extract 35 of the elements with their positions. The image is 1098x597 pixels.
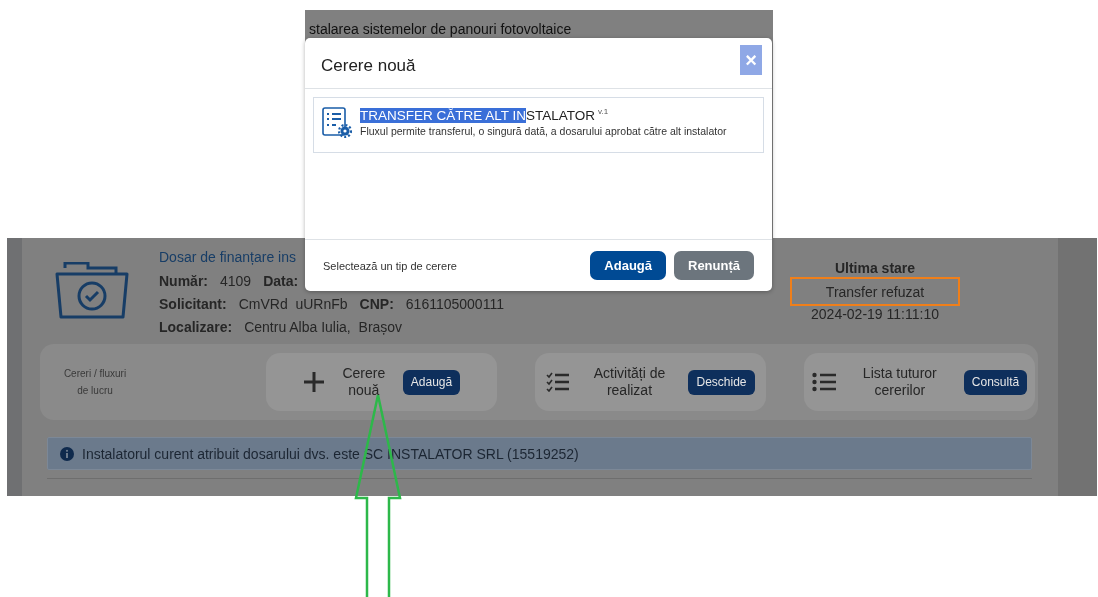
request-type-option[interactable]: TRANSFER CĂTRE ALT INSTALATOR $^{v.1}$ Fluxul permite transferul, o singură dată, a dosarului aprobat către alt instalator [313, 97, 764, 153]
info-icon [60, 446, 74, 461]
field-label: CNP: [359, 295, 394, 312]
action-label: Activități de realizat [592, 365, 667, 399]
add-button[interactable]: Adaugă [590, 251, 666, 280]
plus-icon [302, 371, 325, 393]
footer-hint: Selectează un tip de cerere [323, 259, 458, 272]
action-label: Cerere nouă [341, 365, 387, 399]
field-value: 4109 [220, 272, 252, 289]
request-type-description: Fluxul permite transferul, o singură dată, a dosarului aprobat către alt instalator [360, 124, 727, 137]
page-heading: stalarea sistemelor de panouri fotovoltaice [309, 21, 572, 37]
action-button[interactable]: Deschide [688, 369, 755, 395]
status-timestamp: 2024-02-19 11:11:10 [811, 306, 939, 322]
field-value: CmVRd uURnFb [238, 295, 348, 312]
checklist-icon [546, 372, 571, 392]
field-label: Localizare: [159, 318, 233, 335]
dossier-title: Dosar de finanțare ins [159, 249, 296, 267]
field-value: 6161105000111 [405, 295, 504, 312]
cancel-button[interactable]: Renunță [674, 251, 754, 280]
action-label: Lista tuturor cererilor [861, 365, 938, 399]
action-button[interactable]: Adaugă [402, 369, 461, 395]
version-label: v.1 [598, 107, 609, 117]
status-value: Transfer refuzat [790, 277, 960, 306]
action-button[interactable]: Consultă [963, 369, 1028, 395]
list-icon [811, 372, 836, 392]
folder-check-icon [55, 262, 129, 319]
request-type-title: TRANSFER CĂTRE ALT INSTALATOR $^{v.1}$ [360, 107, 610, 123]
field-value: Centru Alba Iulia, Brașov [244, 318, 403, 335]
dialog-title: Cerere nouă [321, 56, 416, 76]
field-label: Data: [263, 272, 299, 289]
field-label: Solicitant: [159, 295, 227, 312]
checklist-gear-icon [322, 106, 352, 138]
field-label: Număr: [159, 272, 208, 289]
actions-label: Cereri / fluxuri de lucru [62, 367, 128, 398]
status-heading: Ultima stare [834, 260, 916, 277]
